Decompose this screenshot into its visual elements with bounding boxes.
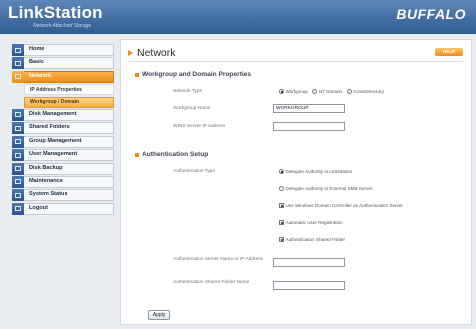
header-bar: LinkStation Network Attached Storage BUF… xyxy=(0,0,476,34)
checkbox-shared-folder-label: Authentication Shared Folder xyxy=(285,237,346,242)
radio-delegate-linkstation[interactable] xyxy=(279,169,284,174)
radio-nt-domain[interactable] xyxy=(312,89,318,94)
sidebar-item-label: User Management xyxy=(29,151,78,158)
section-bullet-icon xyxy=(135,153,139,157)
network-icon xyxy=(12,70,24,83)
section-title-workgroup: Workgroup and Domain Properties xyxy=(142,71,252,78)
sidebar-item-maintenance[interactable]: Maintenance xyxy=(12,175,114,188)
status-icon xyxy=(12,189,24,202)
logout-icon xyxy=(12,202,24,215)
auth-option-shared-folder: Authentication Shared Folder xyxy=(279,237,345,242)
radio-active-directory-label: ActiveDirectory xyxy=(353,89,384,94)
checkbox-domain-controller[interactable] xyxy=(279,203,284,208)
checkbox-shared-folder[interactable] xyxy=(279,237,284,242)
sidebar-item-user-management[interactable]: User Management xyxy=(12,149,114,162)
apply-button[interactable]: Apply xyxy=(148,310,170,320)
radio-active-directory[interactable] xyxy=(346,89,352,94)
sidebar-item-system-status[interactable]: System Status xyxy=(12,189,114,202)
basic-icon xyxy=(12,57,24,70)
sidebar-subitem-label: IP Address Properties xyxy=(30,86,82,93)
divider xyxy=(129,61,463,62)
wins-server-label: WINS Server IP Address xyxy=(173,124,226,129)
radio-delegate-smb-label: Delegate Authority to External SMB Serve… xyxy=(285,186,373,191)
sidebar-item-label: System Status xyxy=(29,191,68,198)
sidebar-item-group-management[interactable]: Group Management xyxy=(12,135,114,148)
sidebar-item-label: Group Management xyxy=(29,137,82,144)
home-icon xyxy=(12,44,24,56)
radio-delegate-smb[interactable] xyxy=(279,186,284,191)
user-icon xyxy=(12,149,24,162)
auth-option-linkstation: Delegate Authority to LinkStation xyxy=(279,169,352,174)
checkbox-auto-registration[interactable] xyxy=(279,220,284,225)
wins-server-input[interactable] xyxy=(273,122,345,131)
auth-option-smb: Delegate Authority to External SMB Serve… xyxy=(279,186,372,191)
sidebar-item-label: Network xyxy=(29,72,52,79)
content-panel: Network HELP Workgroup and Domain Proper… xyxy=(120,39,472,325)
logo-tagline: Network Attached Storage xyxy=(33,23,92,29)
auth-server-input[interactable] xyxy=(273,258,345,267)
sidebar-item-label: Shared Folders xyxy=(29,124,70,131)
section-title-authentication: Authentication Setup xyxy=(142,151,209,158)
sidebar: Home Basic Network IP Address Properties… xyxy=(12,44,114,216)
checkbox-domain-controller-label: Use Windows Domain Controller as Authent… xyxy=(285,203,403,208)
maintenance-icon xyxy=(12,175,24,188)
sidebar-item-label: Maintenance xyxy=(29,177,63,184)
auth-server-label: Authentication Server Name or IP Address xyxy=(173,257,264,262)
radio-workgroup[interactable] xyxy=(279,89,284,94)
sidebar-item-network[interactable]: Network xyxy=(12,70,114,83)
sidebar-subitem-ip-address[interactable]: IP Address Properties xyxy=(24,84,114,96)
sidebar-item-disk-management[interactable]: Disk Management xyxy=(12,108,114,121)
sidebar-item-disk-backup[interactable]: Disk Backup xyxy=(12,162,114,175)
auth-type-label: Authentication Type xyxy=(173,169,216,174)
checkbox-auto-registration-label: Automatic User Registration xyxy=(285,220,343,225)
title-arrow-icon xyxy=(128,50,133,56)
sidebar-item-label: Logout xyxy=(29,204,48,211)
sidebar-item-label: Disk Management xyxy=(29,110,77,117)
auth-folder-input[interactable] xyxy=(273,281,345,290)
disk-icon xyxy=(12,108,24,121)
radio-workgroup-label: Workgroup xyxy=(285,89,308,94)
group-icon xyxy=(12,135,24,148)
backup-icon xyxy=(12,162,24,175)
network-type-options: Workgroup NT Domain ActiveDirectory xyxy=(279,89,384,94)
help-button[interactable]: HELP xyxy=(435,48,463,56)
sidebar-item-logout[interactable]: Logout xyxy=(12,202,114,215)
buffalo-logo: BUFFALO xyxy=(396,6,466,22)
sidebar-item-label: Basic xyxy=(29,59,44,66)
sidebar-subitem-label: Workgroup / Domain xyxy=(30,99,80,106)
auth-option-domain-controller: Use Windows Domain Controller as Authent… xyxy=(279,203,403,208)
radio-nt-domain-label: NT Domain xyxy=(318,89,343,94)
radio-delegate-linkstation-label: Delegate Authority to LinkStation xyxy=(285,169,353,174)
workgroup-name-label: Workgroup Name xyxy=(173,106,211,111)
sidebar-item-home[interactable]: Home xyxy=(12,44,114,56)
linkstation-logo: LinkStation xyxy=(8,3,103,22)
sidebar-item-shared-folders[interactable]: Shared Folders xyxy=(12,122,114,135)
network-type-label: Network Type xyxy=(173,89,203,94)
folder-icon xyxy=(12,122,24,135)
auth-option-auto-registration: Automatic User Registration xyxy=(279,220,343,225)
sidebar-item-label: Disk Backup xyxy=(29,164,63,171)
workgroup-name-input[interactable]: WORKGROUP xyxy=(273,104,345,113)
sidebar-item-basic[interactable]: Basic xyxy=(12,57,114,70)
section-bullet-icon xyxy=(135,73,139,77)
page-title: Network xyxy=(137,47,176,59)
auth-folder-label: Authentication Shared Folder Name xyxy=(173,280,250,285)
sidebar-item-label: Home xyxy=(29,46,45,52)
sidebar-subitem-workgroup-domain[interactable]: Workgroup / Domain xyxy=(24,96,114,108)
